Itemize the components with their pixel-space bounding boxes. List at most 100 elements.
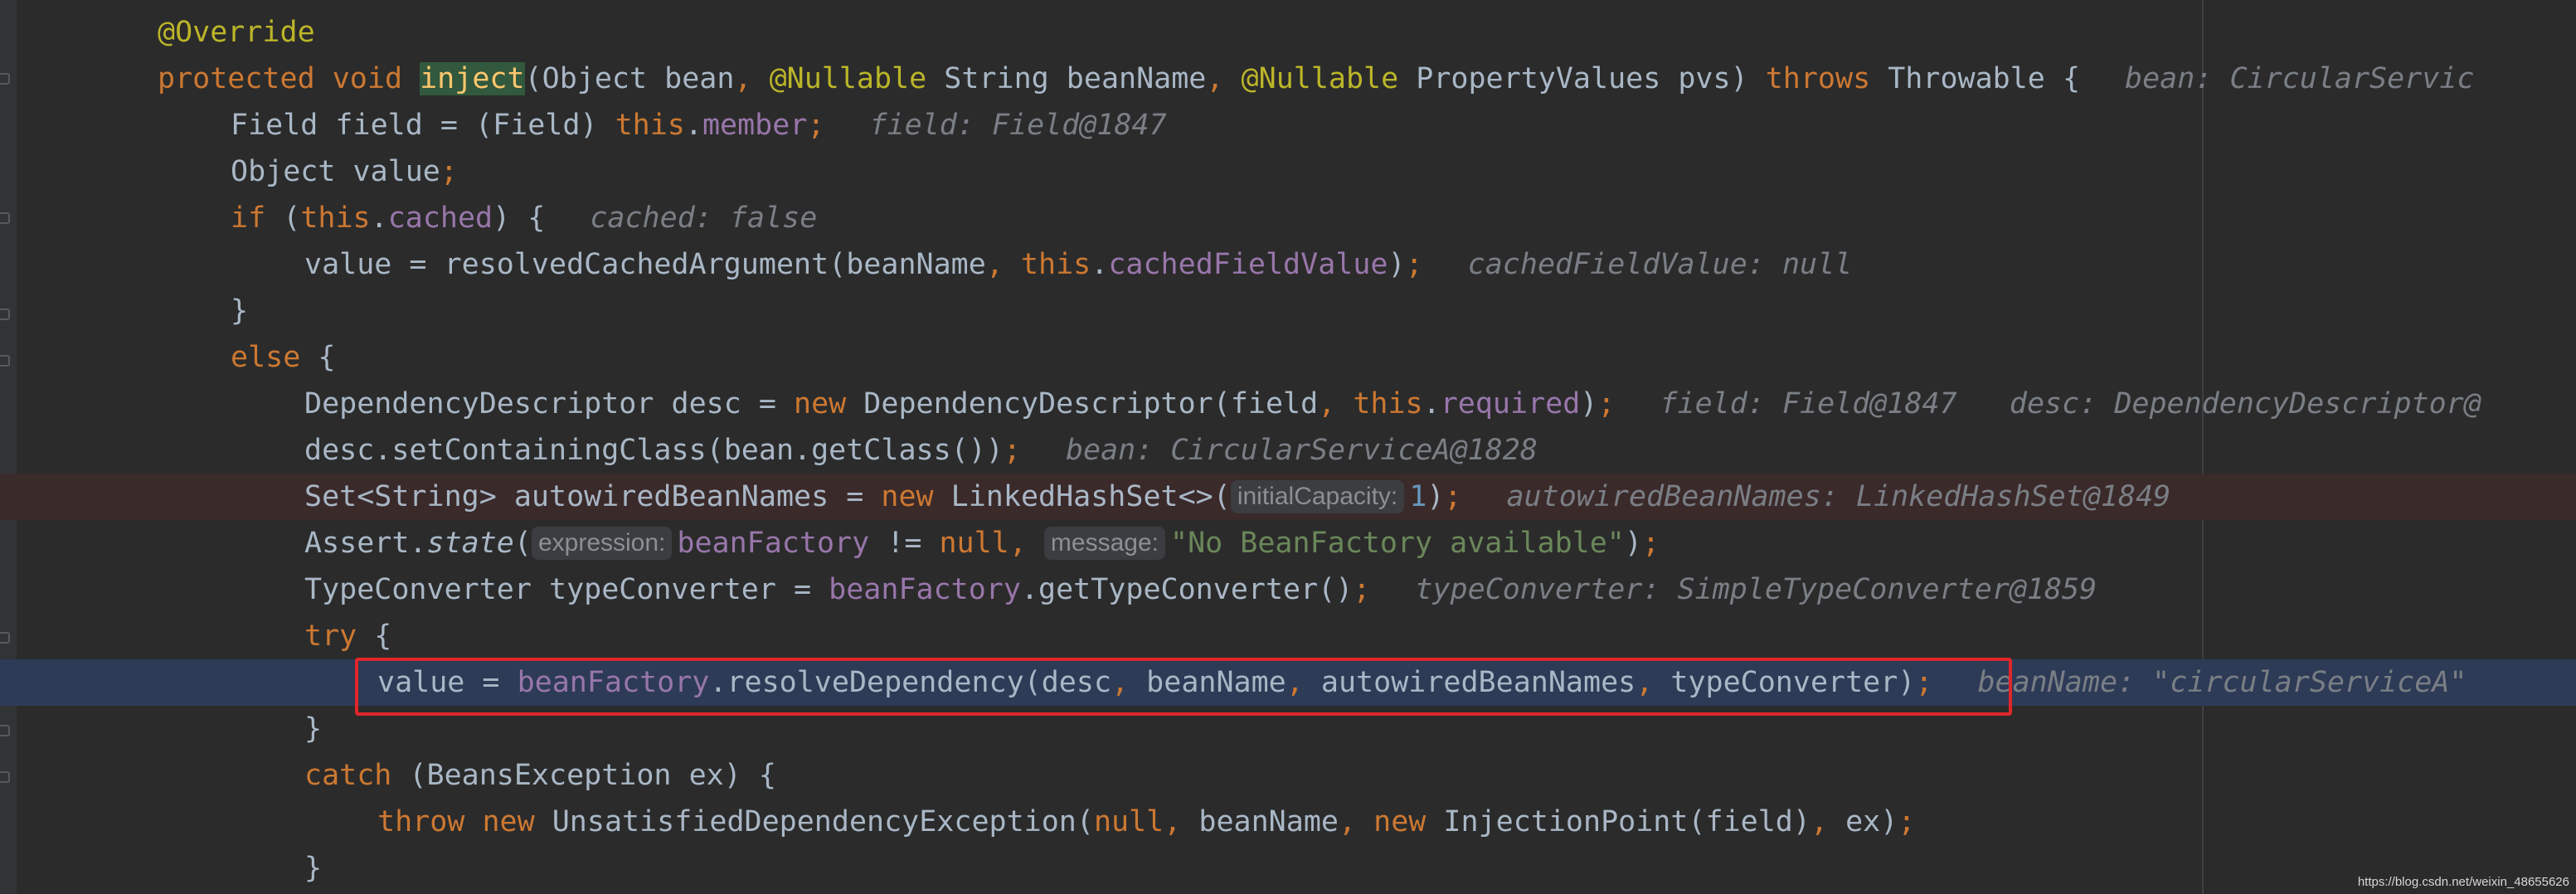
code-line[interactable]: value = resolvedCachedArgument(beanName,… <box>0 241 2576 288</box>
code-token: ; <box>807 109 825 142</box>
code-line[interactable]: Assert.state(expression: beanFactory != n… <box>0 520 2576 566</box>
code-token: , <box>1009 527 1027 560</box>
code-token: LinkedHashSet<>( <box>933 480 1231 513</box>
code-line[interactable]: throw new UnsatisfiedDependencyException… <box>0 799 2576 845</box>
code-line[interactable]: if (this.cached) {cached: false <box>0 195 2576 241</box>
code-token: PropertyValues pvs) <box>1398 62 1766 95</box>
code-token: ) <box>1427 480 1445 513</box>
code-token: InjectionPoint(field) <box>1426 805 1810 838</box>
code-token: , <box>985 248 1004 281</box>
debug-inline-value: bean: CircularServic <box>2125 62 2475 95</box>
code-token: value = resolvedCachedArgument(beanName <box>304 248 986 281</box>
code-text[interactable]: desc.setContainingClass(bean.getClass())… <box>304 427 1538 474</box>
code-token: member <box>702 109 808 142</box>
code-token: ) <box>1624 527 1642 560</box>
debug-inline-value: typeConverter: SimpleTypeConverter@1859 <box>1415 573 2097 606</box>
code-text[interactable]: Object value; <box>231 148 458 195</box>
code-token: , <box>1164 805 1182 838</box>
code-token: new <box>794 387 847 420</box>
code-line[interactable]: Object value; <box>0 148 2576 195</box>
code-token: @Nullable <box>1241 62 1399 95</box>
code-token: ; <box>1641 527 1660 560</box>
code-text[interactable]: @Override <box>158 9 315 56</box>
code-token: , <box>1810 805 1829 838</box>
code-line[interactable]: Field field = (Field) this.member; field:… <box>0 102 2576 148</box>
code-token: 1 <box>1409 480 1427 513</box>
code-token: .getTypeConverter() <box>1020 573 1354 606</box>
code-token: Assert. <box>304 527 427 560</box>
code-token: { <box>357 619 392 653</box>
code-line[interactable]: @Override <box>0 9 2576 56</box>
code-text[interactable]: } <box>304 845 322 892</box>
code-token: ( <box>265 202 301 235</box>
code-line[interactable]: TypeConverter typeConverter = beanFactor… <box>0 566 2576 613</box>
code-token: new <box>881 480 934 513</box>
code-token: throw <box>377 805 465 838</box>
code-line[interactable]: protected void inject(Object bean, @Null… <box>0 56 2576 102</box>
code-token: else <box>231 341 301 374</box>
code-token: required <box>1440 387 1581 420</box>
code-token: , <box>1338 805 1357 838</box>
code-token: if <box>231 202 266 235</box>
code-text[interactable]: try { <box>304 613 391 659</box>
code-token: , <box>1318 387 1336 420</box>
code-token: != <box>869 527 940 560</box>
code-token: TypeConverter typeConverter = <box>304 573 829 606</box>
code-text[interactable]: protected void inject(Object bean, @Null… <box>158 56 2474 102</box>
debug-inline-value: cachedFieldValue: null <box>1467 248 1853 281</box>
code-text[interactable]: } <box>231 288 248 334</box>
code-line[interactable]: Set<String> autowiredBeanNames = new Lin… <box>0 474 2576 520</box>
code-token: ) <box>1580 387 1598 420</box>
code-text[interactable]: Field field = (Field) this.member; field:… <box>231 102 1167 148</box>
code-text[interactable]: Assert.state(expression: beanFactory != n… <box>304 520 1660 566</box>
code-token: } <box>304 852 323 885</box>
debug-inline-value: beanName: "circularServiceA" <box>1977 666 2467 699</box>
code-token: beanFactory <box>829 573 1021 606</box>
code-token: , <box>734 62 752 95</box>
code-token: inject <box>420 62 525 95</box>
code-token: . <box>1422 387 1441 420</box>
code-token: cachedFieldValue <box>1108 248 1388 281</box>
parameter-name-hint: message: <box>1043 527 1165 560</box>
code-text[interactable]: } <box>304 706 322 752</box>
code-line[interactable]: else { <box>0 334 2576 381</box>
code-text[interactable]: catch (BeansException ex) { <box>304 752 776 799</box>
code-token: . <box>684 109 702 142</box>
debug-inline-value: cached: false <box>590 202 818 235</box>
code-token: null <box>939 527 1009 560</box>
code-text[interactable]: Set<String> autowiredBeanNames = new Lin… <box>304 474 2170 520</box>
code-token: null <box>1093 805 1164 838</box>
code-text[interactable]: if (this.cached) {cached: false <box>231 195 817 241</box>
code-text[interactable]: TypeConverter typeConverter = beanFactor… <box>304 566 2097 613</box>
code-token: ex) <box>1828 805 1898 838</box>
code-token: new <box>1373 805 1427 838</box>
code-token: } <box>231 294 249 328</box>
parameter-name-hint: expression: <box>531 527 673 560</box>
code-token: new <box>482 805 535 838</box>
code-line[interactable]: } <box>0 845 2576 892</box>
code-text[interactable]: value = resolvedCachedArgument(beanName,… <box>304 241 1852 288</box>
code-token: ; <box>440 155 458 188</box>
code-line[interactable]: } <box>0 288 2576 334</box>
code-token: Field field = (Field) <box>231 109 615 142</box>
code-line[interactable]: DependencyDescriptor desc = new Dependen… <box>0 381 2576 427</box>
code-line[interactable]: desc.setContainingClass(bean.getClass())… <box>0 427 2576 474</box>
code-line[interactable]: try { <box>0 613 2576 659</box>
code-token: . <box>370 202 388 235</box>
code-text[interactable]: DependencyDescriptor desc = new Dependen… <box>304 381 2481 427</box>
code-token: ; <box>1405 248 1423 281</box>
code-text[interactable]: throw new UnsatisfiedDependencyException… <box>377 799 1915 845</box>
code-token: cached <box>387 202 493 235</box>
code-token: "No BeanFactory available" <box>1170 527 1625 560</box>
code-token: DependencyDescriptor desc = <box>304 387 795 420</box>
code-text[interactable]: else { <box>231 334 335 381</box>
code-editor[interactable]: @Override protected void inject(Object be… <box>0 0 2576 894</box>
code-token: this <box>615 109 685 142</box>
code-token: throws <box>1765 62 1871 95</box>
code-line[interactable]: catch (BeansException ex) { <box>0 752 2576 799</box>
